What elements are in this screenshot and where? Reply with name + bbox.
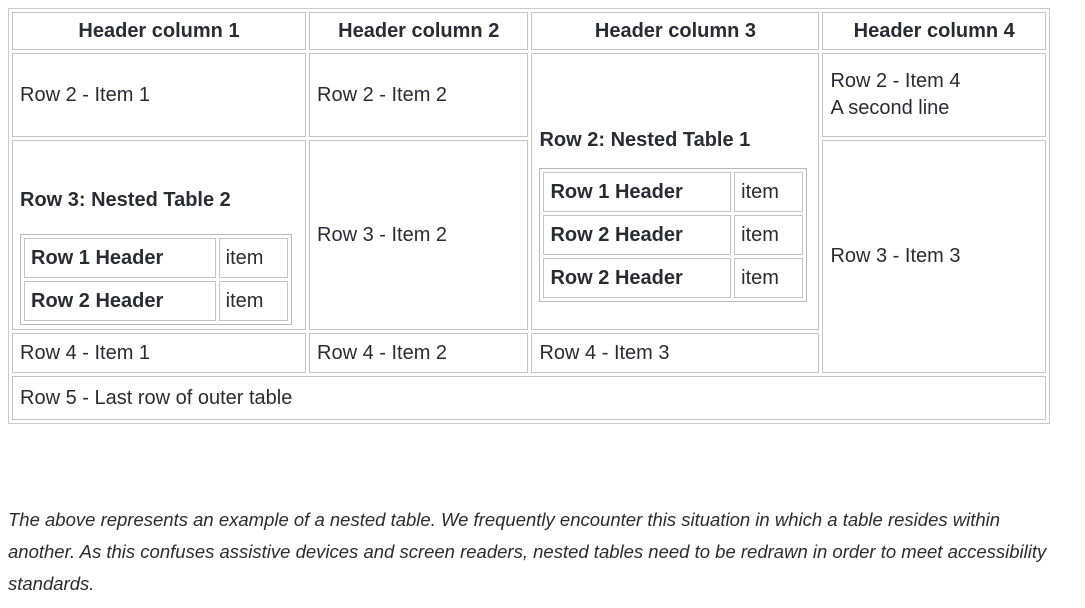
header-column-2: Header column 2 [309,12,529,50]
nested-2-row-2-header: Row 2 Header [24,281,216,321]
nested-table-1-row: Row 2 Header item [543,258,804,298]
nested-1-row-3-header: Row 2 Header [543,258,732,298]
row2-nested-table-1-cell: Row 2: Nested Table 1 Row 1 Header item … [531,53,820,330]
nested-1-row-2-header: Row 2 Header [543,215,732,255]
nested-table-2-title: Row 3: Nested Table 2 [20,189,231,211]
nested-table-2-row: Row 2 Header item [24,281,288,321]
row2-item-4-line-2: A second line [830,97,950,119]
header-column-3: Header column 3 [531,12,820,50]
header-column-4: Header column 4 [822,12,1046,50]
nested-table-2: Row 1 Header item Row 2 Header item [20,234,292,325]
nested-2-row-1-header: Row 1 Header [24,238,216,278]
row3-item-3: Row 3 - Item 3 [822,140,1046,373]
nested-1-row-1-item: item [734,172,804,212]
outer-nested-table: Header column 1 Header column 2 Header c… [8,8,1050,424]
nested-table-2-row: Row 1 Header item [24,238,288,278]
table-header-row: Header column 1 Header column 2 Header c… [12,12,1046,50]
table-row: Row 3: Nested Table 2 Row 1 Header item … [12,140,1046,373]
header-column-1: Header column 1 [12,12,306,50]
row2-item-2: Row 2 - Item 2 [309,53,529,137]
nested-1-row-3-item: item [734,258,804,298]
nested-2-row-2-item: item [218,281,288,321]
nested-2-row-1-item: item [218,238,288,278]
row3-nested-table-2-cell: Row 3: Nested Table 2 Row 1 Header item … [12,140,306,330]
row3-item-2: Row 3 - Item 2 [309,140,529,330]
nested-table-1-title: Row 2: Nested Table 1 [539,129,751,151]
nested-1-row-2-item: item [734,215,804,255]
table-caption: The above represents an example of a nes… [8,509,1047,594]
row5-last-row: Row 5 - Last row of outer table [12,376,1046,420]
nested-1-row-1-header: Row 1 Header [543,172,732,212]
nested-table-1-row: Row 2 Header item [543,215,804,255]
row2-item-4: Row 2 - Item 4 A second line [822,53,1046,137]
page-root: Header column 1 Header column 2 Header c… [0,0,1085,608]
row4-item-1: Row 4 - Item 1 [12,333,306,373]
row4-item-2: Row 4 - Item 2 [309,333,529,373]
table-row: Row 2 - Item 1 Row 2 - Item 2 Row 2: Nes… [12,53,1046,330]
nested-table-1-row: Row 1 Header item [543,172,804,212]
row4-item-3: Row 4 - Item 3 [531,333,820,373]
row2-item-1: Row 2 - Item 1 [12,53,306,137]
row2-item-4-line-1: Row 2 - Item 4 [830,70,961,92]
nested-table-1: Row 1 Header item Row 2 Header item Row … [539,168,808,302]
table-row: Row 5 - Last row of outer table [12,376,1046,420]
